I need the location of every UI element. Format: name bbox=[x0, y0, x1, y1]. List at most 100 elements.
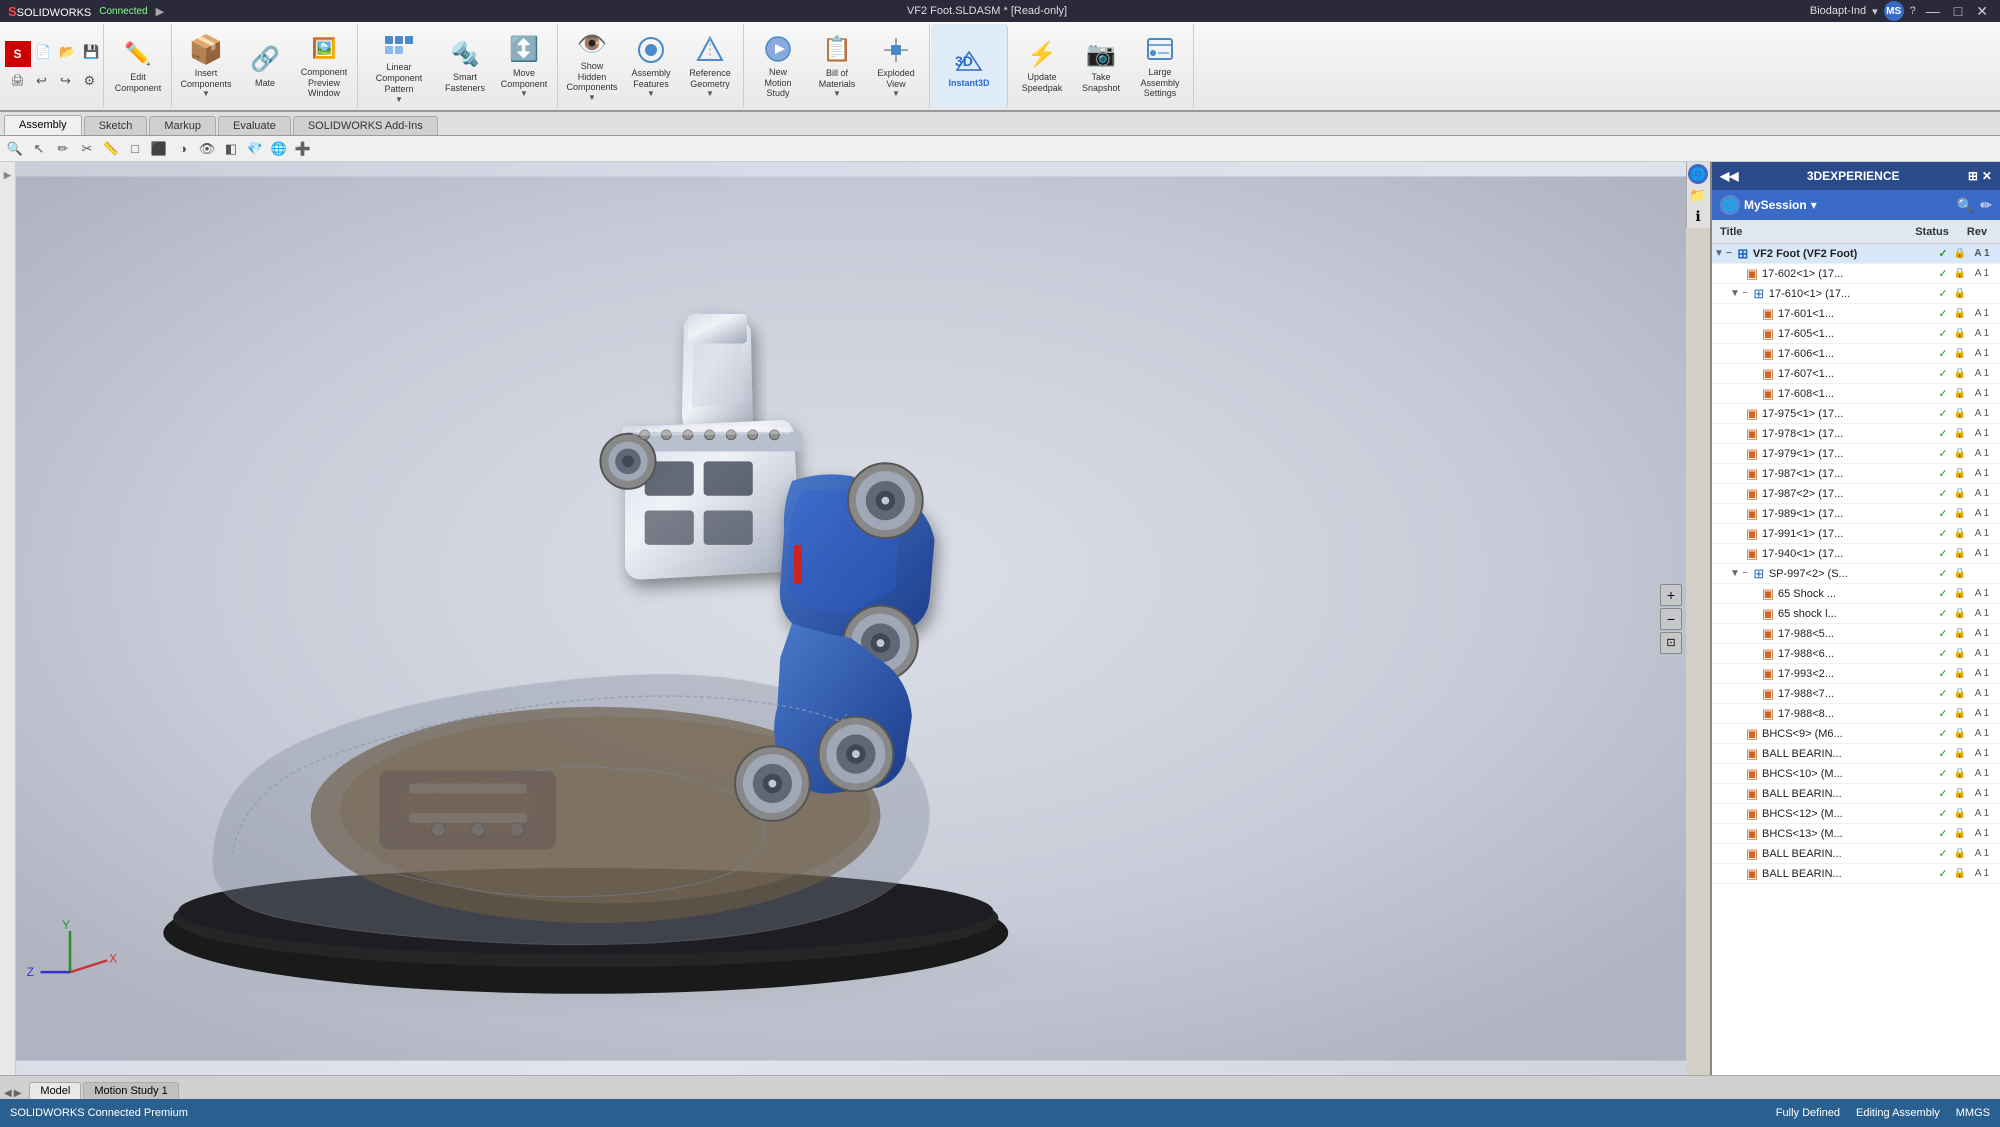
tab-assembly[interactable]: Assembly bbox=[4, 115, 82, 135]
left-panel-toggle[interactable]: ◀ bbox=[2, 166, 13, 185]
tab-addins[interactable]: SOLIDWORKS Add-Ins bbox=[293, 116, 438, 135]
tree-item[interactable]: ▣17-978<1> (17...✓🔒A 1 bbox=[1712, 424, 2000, 444]
scene-icon[interactable]: 🌐 bbox=[268, 138, 290, 160]
tree-item[interactable]: ▣17-979<1> (17...✓🔒A 1 bbox=[1712, 444, 2000, 464]
undo-btn[interactable]: ↩ bbox=[31, 70, 53, 92]
exploded-dropdown[interactable]: ▼ bbox=[892, 89, 900, 98]
large-assembly-settings-btn[interactable]: LargeAssemblySettings bbox=[1131, 27, 1189, 105]
solidworks-logo-btn[interactable]: S bbox=[5, 41, 31, 67]
move-component-btn[interactable]: ↕️ MoveComponent ▼ bbox=[495, 27, 553, 105]
new-file-btn[interactable]: 📄 bbox=[33, 41, 55, 63]
tree-item[interactable]: ▣17-602<1> (17...✓🔒A 1 bbox=[1712, 264, 2000, 284]
measure-icon[interactable]: 📏 bbox=[100, 138, 122, 160]
featuremgr-icon-btn[interactable]: 📁 bbox=[1688, 185, 1708, 205]
panel-close-btn[interactable]: ✕ bbox=[1982, 169, 1992, 183]
tree-item[interactable]: ▣17-993<2...✓🔒A 1 bbox=[1712, 664, 2000, 684]
close-btn[interactable]: ✕ bbox=[1972, 3, 1992, 20]
tree-item[interactable]: ▣BHCS<9> (M6...✓🔒A 1 bbox=[1712, 724, 2000, 744]
redo-btn[interactable]: ↪ bbox=[55, 70, 77, 92]
tree-item[interactable]: ▣17-606<1...✓🔒A 1 bbox=[1712, 344, 2000, 364]
help-icon[interactable]: ? bbox=[1910, 5, 1916, 17]
display-style-icon[interactable]: ◑ bbox=[172, 138, 194, 160]
tree-item[interactable]: ▣BHCS<10> (M...✓🔒A 1 bbox=[1712, 764, 2000, 784]
tree-item[interactable]: ▣17-605<1...✓🔒A 1 bbox=[1712, 324, 2000, 344]
mate-btn[interactable]: 🔗 Mate bbox=[236, 27, 294, 105]
tree-item[interactable]: ▼−⊞VF2 Foot (VF2 Foot)✓🔒A 1 bbox=[1712, 244, 2000, 264]
restore-btn[interactable]: □ bbox=[1950, 3, 1966, 19]
show-hidden-dropdown[interactable]: ▼ bbox=[588, 93, 596, 102]
view3d-icon[interactable]: □ bbox=[124, 138, 146, 160]
next-tab-btn[interactable]: ▶ bbox=[14, 1088, 22, 1099]
expand-icon[interactable]: ▶ bbox=[156, 5, 164, 18]
tree-item[interactable]: ▣17-940<1> (17...✓🔒A 1 bbox=[1712, 544, 2000, 564]
edit-component-btn[interactable]: ✏️ EditComponent bbox=[109, 27, 167, 105]
tree-item[interactable]: ▣17-987<2> (17...✓🔒A 1 bbox=[1712, 484, 2000, 504]
user-dropdown[interactable]: ▾ bbox=[1872, 5, 1878, 18]
tree-item[interactable]: ▣BHCS<12> (M...✓🔒A 1 bbox=[1712, 804, 2000, 824]
search-icon[interactable]: 🔍 bbox=[4, 138, 26, 160]
open-file-btn[interactable]: 📂 bbox=[57, 41, 79, 63]
tree-item[interactable]: ▣17-989<1> (17...✓🔒A 1 bbox=[1712, 504, 2000, 524]
reference-geometry-btn[interactable]: ReferenceGeometry ▼ bbox=[681, 27, 739, 105]
tree-item[interactable]: ▣17-988<5...✓🔒A 1 bbox=[1712, 624, 2000, 644]
tree-expand-btn[interactable]: ▼ bbox=[1728, 567, 1742, 581]
extra-icon[interactable]: ➕ bbox=[292, 138, 314, 160]
tree-item[interactable]: ▣BALL BEARIN...✓🔒A 1 bbox=[1712, 784, 2000, 804]
tab-markup[interactable]: Markup bbox=[149, 116, 216, 135]
render-icon[interactable]: 💎 bbox=[244, 138, 266, 160]
panel-expand-btn[interactable]: ⊞ bbox=[1968, 169, 1978, 183]
viewport[interactable]: X Y Z + − ⊡ bbox=[16, 162, 1686, 1075]
new-motion-study-btn[interactable]: NewMotionStudy bbox=[749, 27, 807, 105]
bottom-tab-model[interactable]: Model bbox=[29, 1082, 81, 1099]
tree-item[interactable]: ▣65 shock l...✓🔒A 1 bbox=[1712, 604, 2000, 624]
exploded-view-btn[interactable]: ExplodedView ▼ bbox=[867, 27, 925, 105]
tree-item[interactable]: ▣17-988<7...✓🔒A 1 bbox=[1712, 684, 2000, 704]
zoom-out-btn[interactable]: − bbox=[1660, 608, 1682, 630]
assembly-features-btn[interactable]: AssemblyFeatures ▼ bbox=[622, 27, 680, 105]
edit-session-icon[interactable]: ✏ bbox=[1980, 197, 1992, 214]
view-orientation-icon[interactable]: ⬛ bbox=[148, 138, 170, 160]
bill-of-materials-btn[interactable]: 📋 Bill ofMaterials ▼ bbox=[808, 27, 866, 105]
tree-item[interactable]: ▣17-608<1...✓🔒A 1 bbox=[1712, 384, 2000, 404]
select-icon[interactable]: ↖ bbox=[28, 138, 50, 160]
tree-item[interactable]: ▣17-988<6...✓🔒A 1 bbox=[1712, 644, 2000, 664]
print-btn[interactable]: 🖨 bbox=[7, 70, 29, 92]
insert-dropdown-arrow[interactable]: ▼ bbox=[202, 89, 210, 98]
tab-sketch[interactable]: Sketch bbox=[84, 116, 148, 135]
tree-item[interactable]: ▣17-991<1> (17...✓🔒A 1 bbox=[1712, 524, 2000, 544]
zoom-fit-btn[interactable]: ⊡ bbox=[1660, 632, 1682, 654]
zoom-in-btn[interactable]: + bbox=[1660, 584, 1682, 606]
session-dropdown-arrow[interactable]: ▾ bbox=[1811, 198, 1817, 212]
tree-expand-btn[interactable]: ▼ bbox=[1712, 247, 1726, 261]
tree-item[interactable]: ▣65 Shock ...✓🔒A 1 bbox=[1712, 584, 2000, 604]
tree-item[interactable]: ▣17-988<8...✓🔒A 1 bbox=[1712, 704, 2000, 724]
bottom-tab-motion[interactable]: Motion Study 1 bbox=[83, 1082, 178, 1099]
sketch-icon[interactable]: ✏ bbox=[52, 138, 74, 160]
hide-show-icon[interactable]: 👁 bbox=[196, 138, 218, 160]
component-preview-btn[interactable]: 🖼️ ComponentPreviewWindow bbox=[295, 27, 353, 105]
assembly-features-dropdown[interactable]: ▼ bbox=[647, 89, 655, 98]
save-btn[interactable]: 💾 bbox=[81, 41, 103, 63]
minimize-btn[interactable]: — bbox=[1922, 3, 1944, 19]
section-view-icon[interactable]: ◧ bbox=[220, 138, 242, 160]
tree-item[interactable]: ▣BALL BEARIN...✓🔒A 1 bbox=[1712, 844, 2000, 864]
linear-pattern-dropdown[interactable]: ▼ bbox=[395, 95, 403, 104]
tree-item[interactable]: ▣17-987<1> (17...✓🔒A 1 bbox=[1712, 464, 2000, 484]
move-dropdown[interactable]: ▼ bbox=[520, 89, 528, 98]
tab-evaluate[interactable]: Evaluate bbox=[218, 116, 291, 135]
collapse-assembly-btn[interactable]: − bbox=[1742, 568, 1748, 579]
insert-components-btn[interactable]: 📦 InsertComponents ▼ bbox=[177, 27, 235, 105]
show-hidden-btn[interactable]: 👁️ ShowHiddenComponents ▼ bbox=[563, 27, 621, 105]
tree-item[interactable]: ▣17-601<1...✓🔒A 1 bbox=[1712, 304, 2000, 324]
tree-item[interactable]: ▣17-607<1...✓🔒A 1 bbox=[1712, 364, 2000, 384]
settings-btn[interactable]: ⚙ bbox=[79, 70, 101, 92]
user-avatar[interactable]: MS bbox=[1884, 1, 1904, 21]
tree-item[interactable]: ▼−⊞SP-997<2> (S...✓🔒 bbox=[1712, 564, 2000, 584]
tree-item[interactable]: ▼−⊞17-610<1> (17...✓🔒 bbox=[1712, 284, 2000, 304]
property-icon-btn[interactable]: ℹ bbox=[1688, 206, 1708, 226]
collapse-assembly-btn[interactable]: − bbox=[1726, 248, 1732, 259]
tree-item[interactable]: ▣BALL BEARIN...✓🔒A 1 bbox=[1712, 744, 2000, 764]
linear-component-pattern-btn[interactable]: LinearComponentPattern ▼ bbox=[363, 27, 435, 105]
reference-geometry-dropdown[interactable]: ▼ bbox=[706, 89, 714, 98]
smart-fasteners-btn[interactable]: 🔩 SmartFasteners bbox=[436, 27, 494, 105]
